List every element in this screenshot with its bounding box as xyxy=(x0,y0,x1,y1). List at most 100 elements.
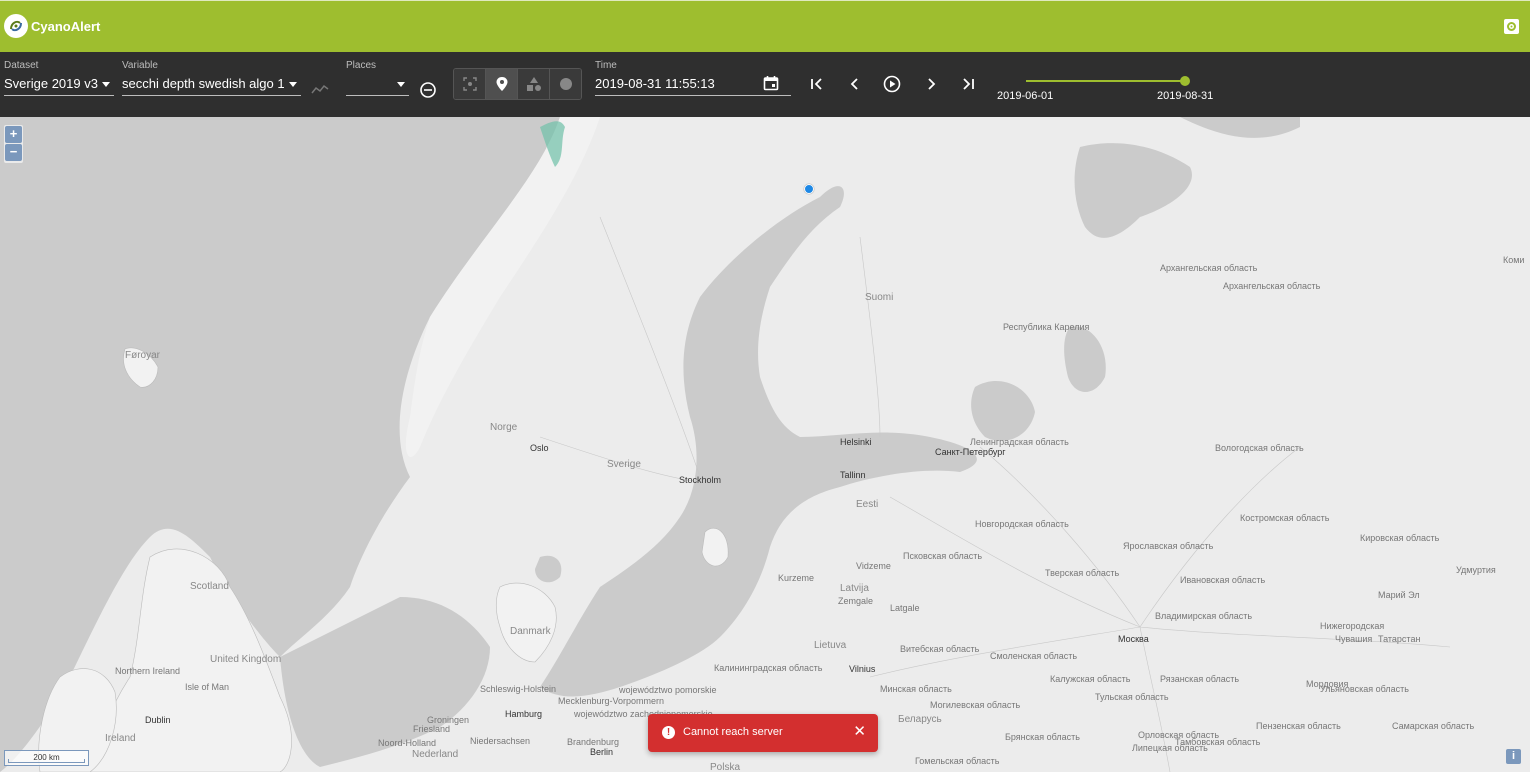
map-label-region: Татарстан xyxy=(1378,634,1421,644)
play-circle-icon xyxy=(883,75,901,93)
chevron-down-icon xyxy=(289,82,297,87)
scale-bar: 200 km xyxy=(4,750,89,766)
error-icon: ! xyxy=(662,726,675,739)
map-view[interactable]: Føroyar Norge Oslo Sverige Stockholm Suomi Hel… xyxy=(0,117,1530,772)
map-label-region: Минская область xyxy=(880,684,952,694)
chevron-left-icon xyxy=(850,78,858,90)
time-value: 2019-08-31 11:55:13 xyxy=(595,76,715,91)
first-step-button[interactable] xyxy=(808,76,826,92)
time-range-thumb[interactable] xyxy=(1180,76,1190,86)
gear-icon xyxy=(1507,22,1516,31)
variable-label: Variable xyxy=(122,60,158,71)
dataset-select[interactable]: Sverige 2019 v3 xyxy=(4,72,114,96)
shapes-icon xyxy=(526,77,541,91)
map-label-region: Kurzeme xyxy=(778,573,815,583)
play-button[interactable] xyxy=(882,74,902,94)
close-snackbar-button[interactable]: ✕ xyxy=(853,724,866,739)
time-range-track xyxy=(1026,80,1185,82)
map-label-region: Ульяновская область xyxy=(1320,684,1409,694)
map-label-region: Friesland xyxy=(413,724,451,734)
settings-button[interactable] xyxy=(1504,19,1519,34)
map-label-region: Ленинградская область xyxy=(970,437,1069,447)
time-range-end: 2019-08-31 xyxy=(1157,90,1214,102)
time-range-start: 2019-06-01 xyxy=(997,90,1054,102)
map-label-country: Norge xyxy=(490,422,518,433)
map-label-region: Schleswig-Holstein xyxy=(480,684,557,694)
map-label-city: Stockholm xyxy=(679,475,722,485)
time-label: Time xyxy=(595,60,617,71)
map-label-city: Vilnius xyxy=(849,664,876,674)
previous-step-button[interactable] xyxy=(846,76,864,92)
map-label-region: Нижегородская xyxy=(1320,621,1385,631)
map-label-region: Тамбовская область xyxy=(1175,737,1261,747)
zoom-in-button[interactable]: + xyxy=(5,126,22,143)
map-label-region: Noord-Holland xyxy=(378,738,437,748)
map-label-region: Ивановская область xyxy=(1180,575,1266,585)
time-series-button[interactable] xyxy=(311,82,329,96)
map-label-region: Niedersachsen xyxy=(470,736,531,746)
remove-place-button[interactable] xyxy=(419,81,437,99)
map-label-region: Тверская область xyxy=(1045,568,1120,578)
dataset-label: Dataset xyxy=(4,60,39,71)
next-step-button[interactable] xyxy=(922,76,940,92)
map-label-region: Калужская область xyxy=(1050,674,1131,684)
info-button[interactable]: i xyxy=(1506,749,1521,764)
map-label-country: Polska xyxy=(710,762,741,772)
point-mode-button[interactable] xyxy=(486,69,518,99)
map-label-region: Isle of Man xyxy=(185,682,230,692)
map-label-country: Scotland xyxy=(190,581,229,592)
map-label-region: województwo pomorskie xyxy=(619,685,717,695)
map-label-city: Москва xyxy=(1118,634,1149,644)
map-label-region: Вологодская область xyxy=(1215,443,1304,453)
minus-circle-icon xyxy=(420,82,436,98)
map-label-region: Коми xyxy=(1503,255,1525,265)
error-message: Cannot reach server xyxy=(683,726,783,738)
calendar-icon xyxy=(763,76,779,91)
select-mode-button[interactable] xyxy=(454,69,486,99)
map-label-country: Føroyar xyxy=(125,350,160,361)
map-label-region: Zemgale xyxy=(838,596,874,606)
app-logo xyxy=(4,14,28,38)
map-label-region: Mecklenburg-Vorpommern xyxy=(558,696,665,706)
last-step-button[interactable] xyxy=(959,76,977,92)
variable-select[interactable]: secchi depth swedish algo 1 xyxy=(122,72,301,96)
map-label-region: Псковская область xyxy=(903,551,983,561)
map-label-region: Владимирская область xyxy=(1155,611,1253,621)
polygon-mode-button[interactable] xyxy=(518,69,550,99)
map-label-region: Удмуртия xyxy=(1456,565,1496,575)
select-icon xyxy=(462,77,477,91)
map-label-country: Suomi xyxy=(865,292,894,303)
zoom-out-button[interactable]: − xyxy=(5,144,22,161)
chevron-down-icon xyxy=(397,82,405,87)
map-label-region: Чувашия xyxy=(1335,634,1373,644)
map-label-region: Пензенская область xyxy=(1256,721,1341,731)
app-header: CyanoAlert xyxy=(0,0,1530,52)
map-label-city: Helsinki xyxy=(840,437,872,447)
chevron-down-icon xyxy=(102,82,110,87)
dataset-value: Sverige 2019 v3 xyxy=(4,76,98,91)
logo-icon xyxy=(10,20,22,32)
map-label-region: Vidzeme xyxy=(856,561,891,571)
map-label-country: Danmark xyxy=(510,626,551,637)
map-label-region: Архангельская область xyxy=(1160,263,1258,273)
map-label-country: Nederland xyxy=(412,749,459,760)
map-label-region: Марий Эл xyxy=(1378,590,1420,600)
places-select[interactable] xyxy=(346,72,409,96)
timeline-icon xyxy=(311,84,329,94)
date-picker-button[interactable] xyxy=(762,74,780,92)
map-label-region: Брянская область xyxy=(1005,732,1080,742)
map-label-country: Latvija xyxy=(840,583,869,594)
map-label-region: Могилевская область xyxy=(930,700,1021,710)
skip-first-icon xyxy=(811,78,822,90)
map-label-region: Витебская область xyxy=(900,644,980,654)
circle-mode-button[interactable] xyxy=(550,69,581,99)
error-snackbar: ! Cannot reach server ✕ xyxy=(648,714,878,752)
map-label-region: Latgale xyxy=(890,603,920,613)
map-label-region: Самарская область xyxy=(1392,721,1475,731)
map-label-region: Костромская область xyxy=(1240,513,1330,523)
map-pin-icon xyxy=(496,77,507,91)
map-label-city: Berlin xyxy=(590,747,614,757)
place-marker[interactable] xyxy=(804,184,814,194)
app-title: CyanoAlert xyxy=(31,19,101,34)
map-label-city: Tallinn xyxy=(840,470,866,480)
